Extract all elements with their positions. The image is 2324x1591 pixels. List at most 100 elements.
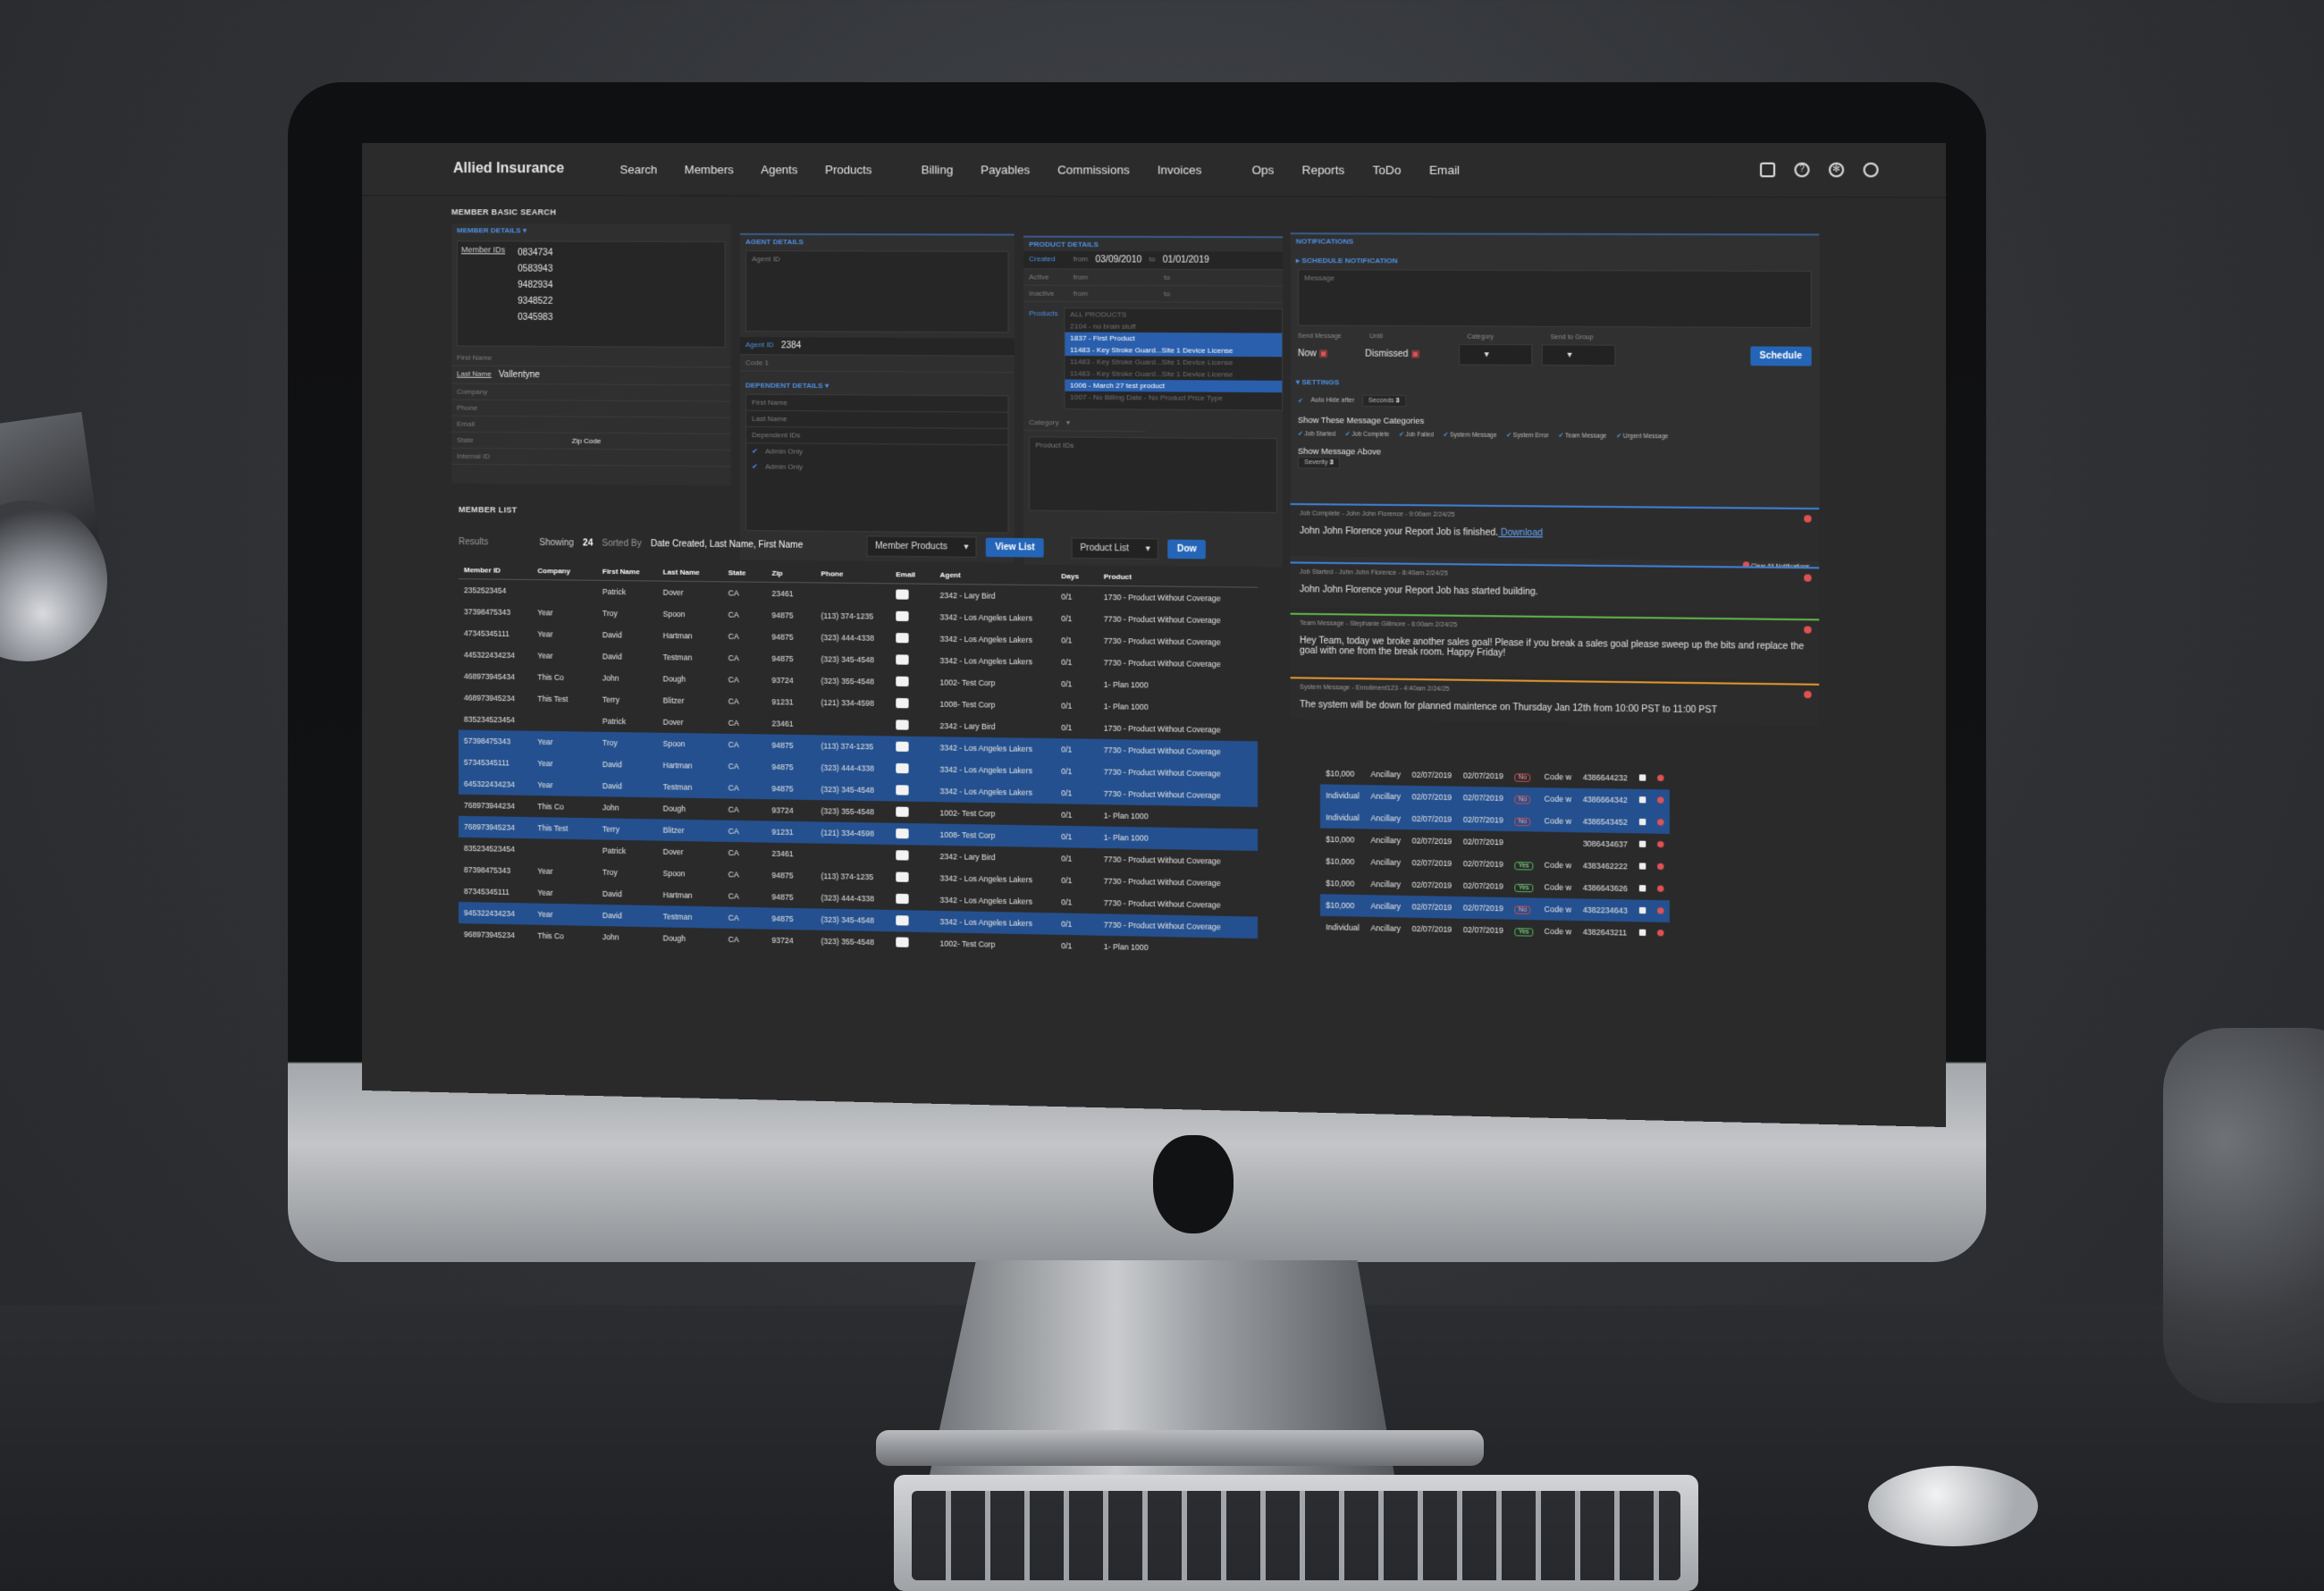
nav-billing[interactable]: Billing xyxy=(922,163,954,176)
column-header[interactable]: Zip xyxy=(766,565,815,583)
nav-members[interactable]: Members xyxy=(685,163,734,176)
schedule-notification-header[interactable]: ▸ SCHEDULE NOTIFICATION xyxy=(1291,254,1820,269)
cat-system-message[interactable]: ✔ System Message xyxy=(1443,431,1496,439)
email-checkbox[interactable] xyxy=(896,806,908,816)
nav-todo[interactable]: ToDo xyxy=(1373,163,1402,176)
email-checkbox[interactable] xyxy=(896,937,908,947)
column-header[interactable]: Agent xyxy=(934,567,1056,585)
delete-icon[interactable] xyxy=(1657,885,1663,891)
download-button[interactable]: Dow xyxy=(1167,540,1206,560)
row-checkbox[interactable] xyxy=(1639,819,1646,825)
admin-only-checkbox-1[interactable]: ✔ Admin Only xyxy=(746,443,1008,460)
cat-system-error[interactable]: ✔ System Error xyxy=(1506,432,1549,440)
email-checkbox[interactable] xyxy=(896,589,908,599)
product-ids-textarea[interactable]: Product IDs xyxy=(1029,436,1277,513)
column-header[interactable]: Days xyxy=(1056,568,1099,585)
product-list-dropdown[interactable]: Product List ▾ xyxy=(1072,538,1158,560)
nav-invoices[interactable]: Invoices xyxy=(1158,163,1202,176)
agent-id-field[interactable]: Agent ID 2384 xyxy=(740,337,1015,357)
email-checkbox[interactable] xyxy=(896,654,908,664)
row-checkbox[interactable] xyxy=(1639,863,1646,869)
phone-field[interactable]: Phone xyxy=(451,400,731,418)
view-list-button[interactable]: View List xyxy=(986,538,1044,558)
until-dismissed-field[interactable]: Dismissed ▣ xyxy=(1365,349,1449,360)
close-icon[interactable] xyxy=(1804,691,1812,698)
nav-products[interactable]: Products xyxy=(825,163,872,176)
agent-id-textarea[interactable]: Agent ID xyxy=(745,250,1009,333)
category-select[interactable]: Category ▾ xyxy=(1023,415,1145,432)
dep-last-name-field[interactable]: Last Name xyxy=(746,411,1008,429)
row-checkbox[interactable] xyxy=(1639,930,1646,936)
nav-agents[interactable]: Agents xyxy=(761,163,797,176)
close-icon[interactable] xyxy=(1804,626,1812,633)
dep-first-name-field[interactable]: First Name xyxy=(746,395,1008,413)
admin-only-checkbox-2[interactable]: ✔ Admin Only xyxy=(746,459,1008,476)
delete-icon[interactable] xyxy=(1657,819,1663,825)
delete-icon[interactable] xyxy=(1657,863,1663,870)
code-field[interactable]: Code 1 xyxy=(740,355,1015,373)
nav-ops[interactable]: Ops xyxy=(1251,163,1274,176)
company-field[interactable]: Company xyxy=(451,384,731,402)
state-select[interactable]: State xyxy=(457,436,565,445)
nav-payables[interactable]: Payables xyxy=(981,163,1030,176)
column-header[interactable]: Email xyxy=(890,566,934,584)
zip-code-field[interactable]: Zip Code xyxy=(572,437,602,445)
cat-team-message[interactable]: ✔ Team Message xyxy=(1558,432,1606,440)
email-field[interactable]: Email xyxy=(451,417,731,434)
first-name-field[interactable]: First Name xyxy=(451,350,731,368)
internal-id-field[interactable]: Internal ID xyxy=(451,449,731,467)
email-checkbox[interactable] xyxy=(896,741,908,751)
delete-icon[interactable] xyxy=(1657,841,1663,847)
column-header[interactable]: Member ID xyxy=(459,561,532,579)
camera-icon[interactable] xyxy=(1760,163,1775,178)
column-header[interactable]: Company xyxy=(532,562,597,580)
email-checkbox[interactable] xyxy=(896,871,908,881)
email-checkbox[interactable] xyxy=(896,785,908,795)
member-products-dropdown[interactable]: Member Products ▾ xyxy=(867,535,977,558)
message-textarea[interactable]: Message xyxy=(1298,269,1812,328)
email-checkbox[interactable] xyxy=(896,676,908,686)
nav-email[interactable]: Email xyxy=(1429,163,1460,176)
delete-icon[interactable] xyxy=(1657,775,1663,781)
active-date-row[interactable]: Active from to xyxy=(1023,269,1283,286)
notification-toast[interactable]: System Message - Enrollment123 - 4:40am … xyxy=(1291,677,1820,726)
auto-hide-row[interactable]: ✔ Auto Hide after Seconds 3 xyxy=(1291,389,1820,415)
member-ids-input[interactable]: 0834734 0583943 9482934 9348522 0345983 xyxy=(518,245,552,342)
products-select[interactable]: Products ALL PRODUCTS 2104 - no brain st… xyxy=(1023,307,1283,411)
email-checkbox[interactable] xyxy=(896,850,908,860)
notification-toast[interactable]: Team Message - Stephanie Gillmore - 6:00… xyxy=(1291,613,1820,680)
row-checkbox[interactable] xyxy=(1639,907,1646,913)
notif-category-dropdown[interactable]: ▾ xyxy=(1459,344,1532,366)
send-to-group-dropdown[interactable]: ▾ xyxy=(1542,344,1616,366)
row-checkbox[interactable] xyxy=(1639,774,1646,780)
column-header[interactable]: Product xyxy=(1099,568,1258,587)
help-icon[interactable]: ? xyxy=(1794,163,1809,178)
member-details-header[interactable]: MEMBER DETAILS ▾ xyxy=(451,223,731,238)
row-checkbox[interactable] xyxy=(1639,796,1646,803)
notification-toast[interactable]: Job Started - John John Florence - 8:40a… xyxy=(1291,561,1820,613)
brand-logo[interactable]: Allied Insurance xyxy=(453,161,564,177)
send-now-field[interactable]: Now ▣ xyxy=(1298,349,1356,359)
inactive-date-row[interactable]: Inactive from to xyxy=(1023,286,1283,303)
email-checkbox[interactable] xyxy=(896,633,908,643)
email-checkbox[interactable] xyxy=(896,720,908,729)
email-checkbox[interactable] xyxy=(896,697,908,707)
email-checkbox[interactable] xyxy=(896,828,908,838)
notification-toast[interactable]: Job Complete - John John Florence - 9:00… xyxy=(1291,503,1820,561)
column-header[interactable]: Last Name xyxy=(658,563,723,581)
delete-icon[interactable] xyxy=(1657,796,1663,803)
dep-ids-field[interactable]: Dependent IDs xyxy=(746,427,1008,445)
dependent-details-header[interactable]: DEPENDENT DETAILS ▾ xyxy=(740,378,1015,393)
cat-urgent-message[interactable]: ✔ Urgent Message xyxy=(1616,433,1668,441)
delete-icon[interactable] xyxy=(1657,930,1663,936)
cat-job-started[interactable]: ✔ Job Started xyxy=(1298,430,1335,437)
download-link[interactable]: Download xyxy=(1498,528,1543,539)
created-date-row[interactable]: Created from 03/09/2010 to 01/01/2019 xyxy=(1023,251,1283,270)
nav-search[interactable]: Search xyxy=(620,163,658,176)
user-icon[interactable] xyxy=(1864,163,1879,178)
row-checkbox[interactable] xyxy=(1639,885,1646,891)
email-checkbox[interactable] xyxy=(896,762,908,772)
column-header[interactable]: State xyxy=(723,564,767,582)
row-checkbox[interactable] xyxy=(1639,841,1646,847)
last-name-field[interactable]: Last Name Vallentyne xyxy=(451,366,731,386)
